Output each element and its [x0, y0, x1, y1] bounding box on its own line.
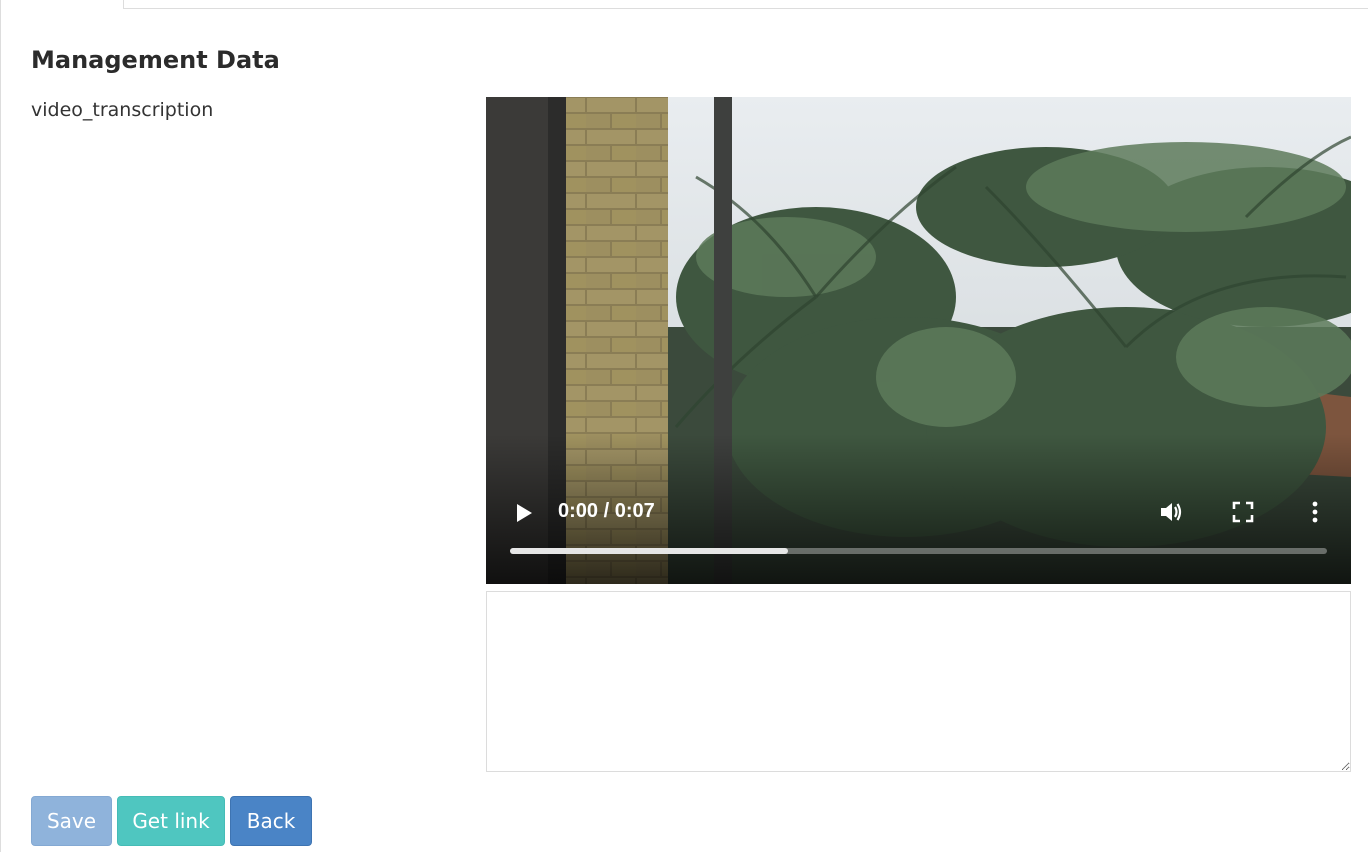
back-button[interactable]: Back	[230, 796, 312, 846]
page-left-border	[0, 0, 1, 852]
video-duration: 0:07	[614, 500, 655, 522]
fullscreen-icon[interactable]	[1231, 500, 1255, 524]
video-progress-fill	[510, 548, 788, 554]
play-icon[interactable]	[510, 499, 538, 527]
video-player[interactable]: 0:00 / 0:07	[486, 97, 1351, 584]
get-link-button[interactable]: Get link	[117, 796, 225, 846]
video-progress-bar[interactable]	[510, 548, 1327, 554]
section-title: Management Data	[31, 46, 280, 74]
transcription-textarea[interactable]	[486, 591, 1351, 772]
volume-icon[interactable]	[1157, 498, 1185, 526]
field-label: video_transcription	[31, 99, 214, 121]
more-options-icon[interactable]	[1306, 498, 1324, 526]
top-tab-edge	[123, 0, 1368, 9]
video-current-time: 0:00	[558, 500, 599, 522]
save-button[interactable]: Save	[31, 796, 112, 846]
video-time-display: 0:00 / 0:07	[558, 500, 655, 522]
